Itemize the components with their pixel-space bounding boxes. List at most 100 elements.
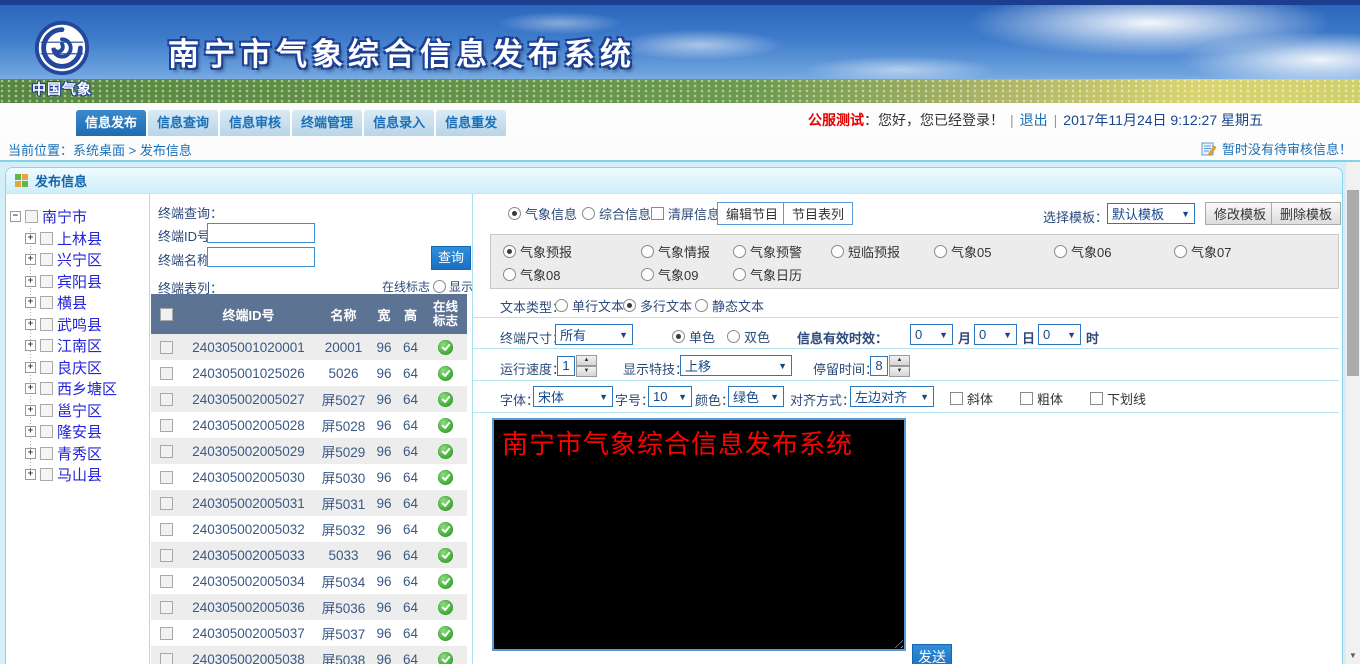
tree-item[interactable]: +武鸣县 bbox=[6, 314, 149, 336]
tree-item[interactable]: +隆安县 bbox=[6, 421, 149, 443]
scroll-down-icon[interactable]: ▼ bbox=[1346, 651, 1360, 660]
fontsize-select[interactable]: 10▼ bbox=[648, 386, 692, 407]
expand-icon[interactable]: + bbox=[25, 340, 36, 351]
table-row[interactable]: 24030500200503350339664 bbox=[151, 542, 467, 568]
row-checkbox[interactable] bbox=[160, 367, 173, 380]
expand-icon[interactable]: + bbox=[25, 276, 36, 287]
row-checkbox[interactable] bbox=[160, 627, 173, 640]
row-checkbox[interactable] bbox=[160, 601, 173, 614]
expand-icon[interactable]: + bbox=[25, 469, 36, 480]
tree-item-label[interactable]: 兴宁区 bbox=[57, 249, 102, 270]
row-checkbox[interactable] bbox=[160, 497, 173, 510]
row-checkbox[interactable] bbox=[160, 471, 173, 484]
align-select[interactable]: 左边对齐▼ bbox=[850, 386, 934, 407]
program-list-button[interactable]: 节目表列 bbox=[783, 202, 853, 225]
mono-color-radio[interactable] bbox=[672, 330, 685, 343]
category-radio[interactable] bbox=[1174, 245, 1187, 258]
terminal-size-select[interactable]: 所有▼ bbox=[555, 324, 633, 345]
tree-item-label[interactable]: 西乡塘区 bbox=[57, 378, 117, 399]
speed-value[interactable]: 1 bbox=[557, 356, 575, 376]
tree-item-label[interactable]: 隆安县 bbox=[57, 421, 102, 442]
preview-text[interactable]: 南宁市气象综合信息发布系统 bbox=[494, 420, 904, 465]
row-checkbox[interactable] bbox=[160, 549, 173, 562]
tree-item[interactable]: + 江南区 bbox=[6, 335, 149, 357]
row-checkbox[interactable] bbox=[160, 523, 173, 536]
nav-tab-4[interactable]: 终端管理 bbox=[292, 110, 362, 136]
tree-checkbox[interactable] bbox=[40, 339, 53, 352]
nav-tab-3[interactable]: 信息审核 bbox=[220, 110, 290, 136]
tree-item-label[interactable]: 江南区 bbox=[57, 335, 102, 356]
expand-icon[interactable]: + bbox=[25, 319, 36, 330]
table-row[interactable]: 240305002005034屏50349664 bbox=[151, 568, 467, 594]
tree-item-label[interactable]: 宾阳县 bbox=[57, 271, 102, 292]
query-button[interactable]: 查询 bbox=[431, 246, 471, 270]
row-checkbox[interactable] bbox=[160, 575, 173, 588]
expand-icon[interactable]: + bbox=[25, 233, 36, 244]
tree-item-label[interactable]: 良庆区 bbox=[57, 357, 102, 378]
select-all-checkbox[interactable] bbox=[160, 308, 173, 321]
nav-tab-1[interactable]: 信息发布 bbox=[76, 110, 146, 136]
delete-template-button[interactable]: 删除模板 bbox=[1271, 202, 1341, 225]
logout-link[interactable]: 退出 bbox=[1020, 110, 1048, 130]
nav-tab-6[interactable]: 信息重发 bbox=[436, 110, 506, 136]
tree-item[interactable]: + 横县 bbox=[6, 292, 149, 314]
clear-screen-checkbox[interactable] bbox=[651, 207, 664, 220]
template-select[interactable]: 默认模板▼ bbox=[1107, 203, 1195, 224]
terminal-name-input[interactable] bbox=[207, 247, 315, 267]
table-row[interactable]: 240305002005030屏50309664 bbox=[151, 464, 467, 490]
tree-item[interactable]: + 上林县 bbox=[6, 228, 149, 250]
resize-grip[interactable] bbox=[891, 636, 903, 648]
table-row[interactable]: 240305001020001200019664 bbox=[151, 334, 467, 360]
tree-checkbox[interactable] bbox=[40, 253, 53, 266]
multi-line-radio[interactable] bbox=[623, 299, 636, 312]
category-radio[interactable] bbox=[1054, 245, 1067, 258]
category-radio[interactable] bbox=[641, 245, 654, 258]
message-preview[interactable]: 南宁市气象综合信息发布系统 bbox=[492, 418, 906, 651]
row-checkbox[interactable] bbox=[160, 393, 173, 406]
table-row[interactable]: 240305002005029屏50299664 bbox=[151, 438, 467, 464]
category-radio[interactable] bbox=[934, 245, 947, 258]
show-radio[interactable] bbox=[433, 280, 446, 293]
tree-item-label[interactable]: 马山县 bbox=[57, 464, 102, 485]
tree-checkbox[interactable] bbox=[40, 425, 53, 438]
tree-checkbox[interactable] bbox=[40, 318, 53, 331]
tree-item-label[interactable]: 上林县 bbox=[57, 228, 102, 249]
validity-month-select[interactable]: 0▼ bbox=[910, 324, 953, 345]
category-radio[interactable] bbox=[733, 245, 746, 258]
step-up-icon[interactable]: ▲ bbox=[576, 355, 597, 366]
step-down-icon[interactable]: ▼ bbox=[576, 366, 597, 377]
category-radio[interactable] bbox=[831, 245, 844, 258]
dual-color-radio[interactable] bbox=[727, 330, 740, 343]
font-select[interactable]: 宋体▼ bbox=[533, 386, 613, 407]
underline-checkbox[interactable] bbox=[1090, 392, 1103, 405]
row-checkbox[interactable] bbox=[160, 419, 173, 432]
step-up-icon[interactable]: ▲ bbox=[889, 355, 910, 366]
expand-icon[interactable]: + bbox=[25, 448, 36, 459]
tree-item-label[interactable]: 横县 bbox=[57, 292, 87, 313]
collapse-icon[interactable]: − bbox=[10, 211, 21, 222]
validity-day-select[interactable]: 0▼ bbox=[974, 324, 1017, 345]
tree-checkbox[interactable] bbox=[40, 404, 53, 417]
tree-checkbox[interactable] bbox=[40, 232, 53, 245]
expand-icon[interactable]: + bbox=[25, 254, 36, 265]
table-row[interactable]: 240305002005037屏50379664 bbox=[151, 620, 467, 646]
table-row[interactable]: 240305002005031屏50319664 bbox=[151, 490, 467, 516]
tree-item[interactable]: +邕宁区 bbox=[6, 400, 149, 422]
step-down-icon[interactable]: ▼ bbox=[889, 366, 910, 377]
row-checkbox[interactable] bbox=[160, 653, 173, 664]
color-select[interactable]: 绿色▼ bbox=[728, 386, 784, 407]
single-line-radio[interactable] bbox=[555, 299, 568, 312]
tree-item[interactable]: +青秀区 bbox=[6, 443, 149, 465]
expand-icon[interactable]: + bbox=[25, 362, 36, 373]
effect-select[interactable]: 上移▼ bbox=[680, 355, 792, 376]
expand-icon[interactable]: + bbox=[25, 297, 36, 308]
table-row[interactable]: 240305002005028屏50289664 bbox=[151, 412, 467, 438]
table-row[interactable]: 24030500102502650269664 bbox=[151, 360, 467, 386]
tree-checkbox[interactable] bbox=[40, 296, 53, 309]
scrollbar-thumb[interactable] bbox=[1347, 190, 1359, 376]
tree-item-label[interactable]: 邕宁区 bbox=[57, 400, 102, 421]
tree-item[interactable]: + 兴宁区 bbox=[6, 249, 149, 271]
italic-checkbox[interactable] bbox=[950, 392, 963, 405]
row-checkbox[interactable] bbox=[160, 341, 173, 354]
validity-hour-select[interactable]: 0▼ bbox=[1038, 324, 1081, 345]
